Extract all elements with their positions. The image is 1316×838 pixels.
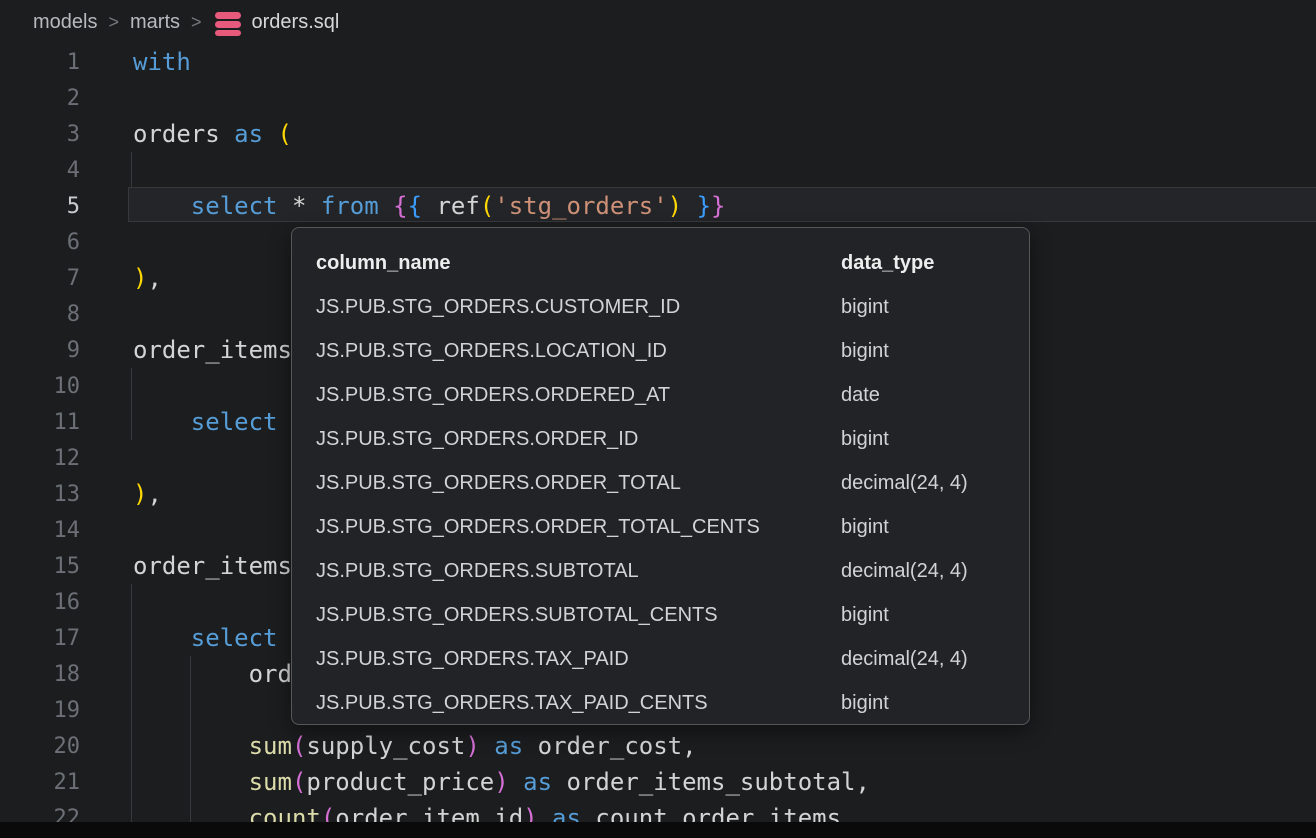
breadcrumb-item-models[interactable]: models xyxy=(33,11,97,34)
data-type-cell: bigint xyxy=(841,516,889,539)
column-name-cell: JS.PUB.STG_ORDERS.ORDER_TOTAL_CENTS xyxy=(316,516,841,539)
column-name-cell: JS.PUB.STG_ORDERS.SUBTOTAL xyxy=(316,560,841,583)
data-type-cell: date xyxy=(841,384,880,407)
popup-data-row: JS.PUB.STG_ORDERS.TAX_PAID_CENTSbigint xyxy=(292,681,1029,725)
data-type-cell: bigint xyxy=(841,340,889,363)
line-number: 9 xyxy=(0,338,80,363)
code-line[interactable]: 2 xyxy=(0,80,1316,116)
data-type-cell: bigint xyxy=(841,296,889,319)
column-name-cell: JS.PUB.STG_ORDERS.TAX_PAID_CENTS xyxy=(316,692,841,715)
popup-data-row: JS.PUB.STG_ORDERS.ORDER_TOTALdecimal(24,… xyxy=(292,461,1029,505)
line-number: 11 xyxy=(0,410,80,435)
line-number: 21 xyxy=(0,770,80,795)
line-number: 5 xyxy=(0,194,80,219)
column-name-cell: JS.PUB.STG_ORDERS.ORDERED_AT xyxy=(316,384,841,407)
code-line-text: sum(product_price) as order_items_subtot… xyxy=(133,764,870,800)
line-number: 20 xyxy=(0,734,80,759)
breadcrumb: models > marts > orders.sql xyxy=(0,0,1316,44)
line-number: 16 xyxy=(0,590,80,615)
editor-window: models > marts > orders.sql 1 with 2 3 order… xyxy=(0,0,1316,838)
popup-data-row: JS.PUB.STG_ORDERS.ORDERED_ATdate xyxy=(292,373,1029,417)
code-line-text: order_items xyxy=(133,548,292,584)
database-icon xyxy=(213,11,243,37)
line-number: 7 xyxy=(0,266,80,291)
code-line-text: ord xyxy=(133,656,292,692)
data-type-cell: decimal(24, 4) xyxy=(841,472,968,495)
code-line-text: select xyxy=(133,620,278,656)
line-number: 3 xyxy=(0,122,80,147)
popup-data-row: JS.PUB.STG_ORDERS.TAX_PAIDdecimal(24, 4) xyxy=(292,637,1029,681)
line-number: 17 xyxy=(0,626,80,651)
line-number: 18 xyxy=(0,662,80,687)
code-line[interactable]: 20 sum(supply_cost) as order_cost, xyxy=(0,728,1316,764)
popup-data-row: JS.PUB.STG_ORDERS.ORDER_IDbigint xyxy=(292,417,1029,461)
code-line-text: order_items xyxy=(133,332,292,368)
code-line-text: sum(supply_cost) as order_cost, xyxy=(133,728,697,764)
popup-data-row: JS.PUB.STG_ORDERS.SUBTOTALdecimal(24, 4) xyxy=(292,549,1029,593)
popup-data-row: JS.PUB.STG_ORDERS.CUSTOMER_IDbigint xyxy=(292,285,1029,329)
column-name-cell: JS.PUB.STG_ORDERS.ORDER_TOTAL xyxy=(316,472,841,495)
column-name-header: column_name xyxy=(316,252,841,275)
line-number: 4 xyxy=(0,158,80,183)
data-type-cell: decimal(24, 4) xyxy=(841,560,968,583)
line-number: 14 xyxy=(0,518,80,543)
line-number: 12 xyxy=(0,446,80,471)
code-line-text: ), xyxy=(133,260,162,296)
line-number: 13 xyxy=(0,482,80,507)
line-number: 19 xyxy=(0,698,80,723)
breadcrumb-file-name[interactable]: orders.sql xyxy=(252,11,340,34)
column-info-popup: column_namedata_typeJS.PUB.STG_ORDERS.CU… xyxy=(291,227,1030,725)
line-number: 6 xyxy=(0,230,80,255)
window-bottom-edge xyxy=(0,822,1316,838)
code-line[interactable]: 4 xyxy=(0,152,1316,188)
popup-header-row: column_namedata_type xyxy=(292,241,1029,285)
line-number: 10 xyxy=(0,374,80,399)
column-name-cell: JS.PUB.STG_ORDERS.SUBTOTAL_CENTS xyxy=(316,604,841,627)
data-type-cell: bigint xyxy=(841,692,889,715)
data-type-cell: bigint xyxy=(841,604,889,627)
code-line[interactable]: 21 sum(product_price) as order_items_sub… xyxy=(0,764,1316,800)
code-line-text: orders as ( xyxy=(133,116,292,152)
column-name-cell: JS.PUB.STG_ORDERS.TAX_PAID xyxy=(316,648,841,671)
line-number: 1 xyxy=(0,50,80,75)
line-number: 2 xyxy=(0,86,80,111)
popup-data-row: JS.PUB.STG_ORDERS.ORDER_TOTAL_CENTSbigin… xyxy=(292,505,1029,549)
line-number: 15 xyxy=(0,554,80,579)
data-type-cell: decimal(24, 4) xyxy=(841,648,968,671)
line-number: 8 xyxy=(0,302,80,327)
popup-data-row: JS.PUB.STG_ORDERS.SUBTOTAL_CENTSbigint xyxy=(292,593,1029,637)
code-line[interactable]: 1 with xyxy=(0,44,1316,80)
chevron-right-icon: > xyxy=(191,12,202,33)
code-line-text: ), xyxy=(133,476,162,512)
column-name-cell: JS.PUB.STG_ORDERS.LOCATION_ID xyxy=(316,340,841,363)
code-line-text: select xyxy=(133,404,278,440)
code-line[interactable]: 3 orders as ( xyxy=(0,116,1316,152)
column-name-cell: JS.PUB.STG_ORDERS.CUSTOMER_ID xyxy=(316,296,841,319)
chevron-right-icon: > xyxy=(108,12,119,33)
column-name-cell: JS.PUB.STG_ORDERS.ORDER_ID xyxy=(316,428,841,451)
breadcrumb-item-marts[interactable]: marts xyxy=(130,11,180,34)
popup-data-row: JS.PUB.STG_ORDERS.LOCATION_IDbigint xyxy=(292,329,1029,373)
code-line-text: with xyxy=(133,44,191,80)
data-type-cell: bigint xyxy=(841,428,889,451)
code-line[interactable]: 5 select * from {{ ref('stg_orders') }} xyxy=(0,188,1316,224)
data-type-header: data_type xyxy=(841,252,934,275)
code-line-text: select * from {{ ref('stg_orders') }} xyxy=(133,188,725,224)
